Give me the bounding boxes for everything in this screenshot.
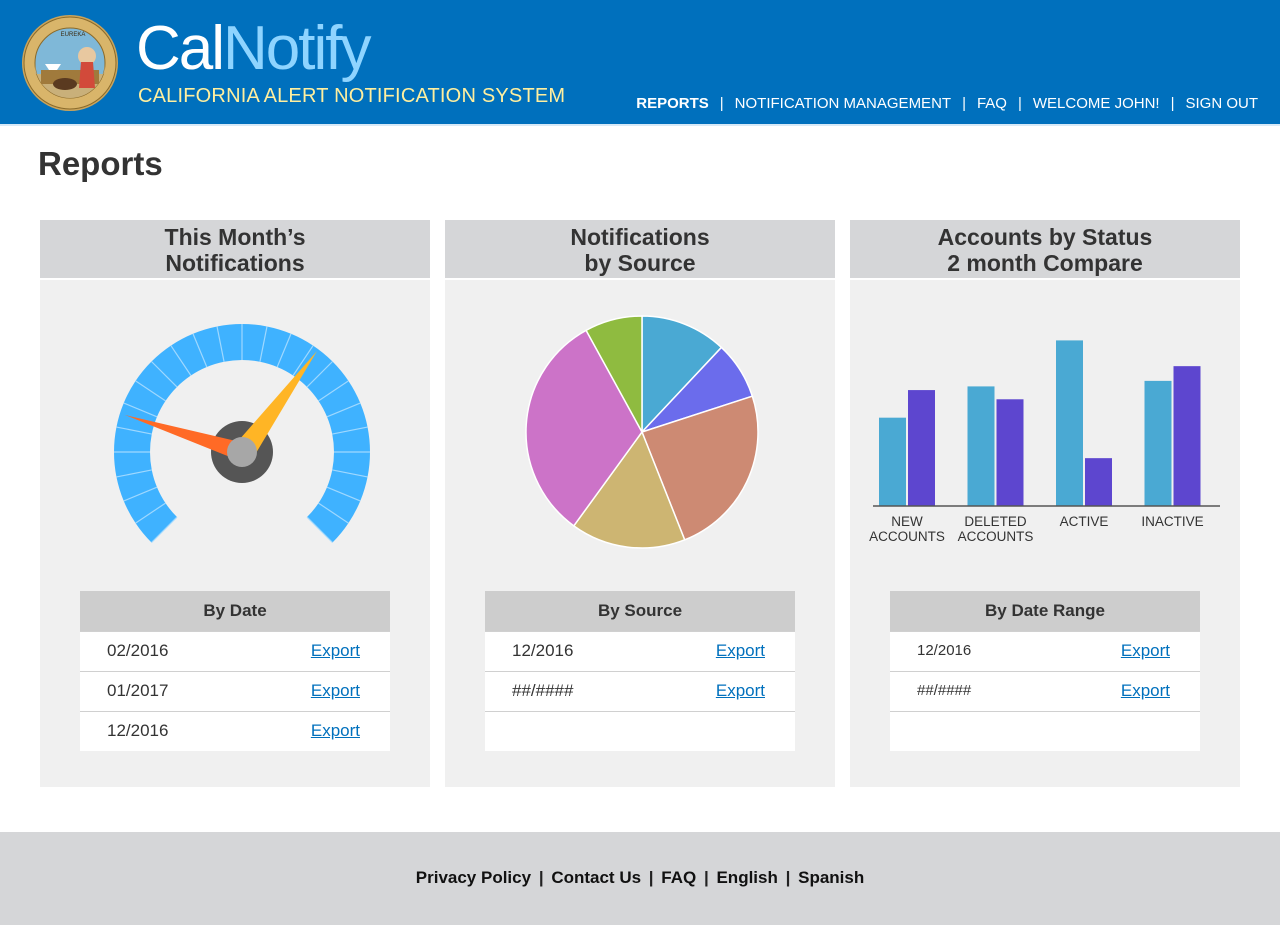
- brand-part2: Notify: [223, 14, 371, 83]
- table-header: By Date Range: [890, 591, 1200, 631]
- panel-accounts-by-status: Accounts by Status 2 month Compare NEW AC…: [850, 220, 1240, 787]
- bar: [1173, 366, 1201, 506]
- report-table-by-source: By Source 12/2016 Export ##/#### Export: [485, 591, 795, 751]
- report-table-by-date-range: By Date Range 12/2016 Export ##/#### Exp…: [890, 591, 1200, 751]
- table-row: 02/2016 Export: [80, 631, 390, 671]
- bar: [1144, 380, 1172, 506]
- nav-reports[interactable]: REPORTS: [636, 95, 709, 112]
- export-link[interactable]: Export: [311, 641, 360, 661]
- nav-faq[interactable]: FAQ: [977, 95, 1007, 112]
- bar-chart: NEW ACCOUNTS DELETED ACCOUNTS ACTIVE INACTIVE: [850, 282, 1240, 582]
- bar: [1085, 458, 1112, 506]
- nav-notification-management[interactable]: NOTIFICATION MANAGEMENT: [735, 95, 951, 112]
- panel-title: This Month’s Notifications: [40, 220, 430, 280]
- bar: [879, 417, 906, 506]
- pie-svg: [525, 315, 759, 549]
- pie-chart: [445, 282, 835, 582]
- gauge-svg: [114, 324, 370, 543]
- table-row: ##/#### Export: [485, 671, 795, 711]
- panel-title-line2: Notifications: [165, 250, 305, 276]
- table-row: 12/2016 Export: [80, 711, 390, 751]
- row-date: ##/####: [512, 681, 574, 700]
- nav-separator: |: [1170, 95, 1175, 112]
- panel-title-line1: Accounts by Status: [937, 224, 1153, 250]
- bar-category-label: DELETED: [964, 514, 1027, 529]
- nav-welcome-user[interactable]: WELCOME JOHN!: [1033, 95, 1160, 112]
- bar-category-label: ACCOUNTS: [958, 529, 1034, 544]
- main-nav: REPORTS | NOTIFICATION MANAGEMENT | FAQ …: [636, 95, 1258, 112]
- california-seal-logo[interactable]: EUREKA: [21, 14, 119, 112]
- export-link[interactable]: Export: [311, 681, 360, 701]
- panel-title-line2: by Source: [584, 250, 696, 276]
- site-footer: Privacy Policy | Contact Us | FAQ | Engl…: [0, 832, 1280, 925]
- site-header: EUREKA CalNotify CALIFORNIA ALERT NOTIFI…: [0, 0, 1280, 126]
- nav-sign-out[interactable]: SIGN OUT: [1185, 95, 1258, 112]
- footer-separator: |: [703, 868, 709, 887]
- footer-link-faq[interactable]: FAQ: [661, 868, 696, 887]
- export-link[interactable]: Export: [1121, 681, 1170, 701]
- bar-category-label: ACTIVE: [1060, 514, 1109, 529]
- bar-svg: NEWACCOUNTSDELETEDACCOUNTSACTIVE INACTIVE: [869, 340, 1220, 544]
- nav-separator: |: [1017, 95, 1022, 112]
- footer-separator: |: [785, 868, 791, 887]
- panel-title: Notifications by Source: [445, 220, 835, 280]
- panel-title: Accounts by Status 2 month Compare: [850, 220, 1240, 280]
- footer-link-privacy-policy[interactable]: Privacy Policy: [416, 868, 531, 887]
- bar-category-label: NEW: [891, 514, 923, 529]
- bar-category-label: ACCOUNTS: [869, 529, 945, 544]
- app-brand[interactable]: CalNotify: [136, 14, 372, 84]
- row-date: 12/2016: [512, 641, 574, 660]
- row-date: 12/2016: [107, 721, 169, 740]
- page-title: Reports: [38, 145, 163, 182]
- report-table-by-date: By Date 02/2016 Export 01/2017 Export 12…: [80, 591, 390, 751]
- gauge-chart: [40, 282, 430, 582]
- footer-separator: |: [538, 868, 544, 887]
- bar: [996, 399, 1024, 506]
- panel-title-line1: This Month’s: [164, 224, 306, 250]
- app-tagline: CALIFORNIA ALERT NOTIFICATION SYSTEM: [138, 85, 566, 107]
- nav-separator: |: [719, 95, 724, 112]
- bar: [1056, 340, 1083, 506]
- footer-links: Privacy Policy | Contact Us | FAQ | Engl…: [0, 868, 1280, 888]
- export-link[interactable]: Export: [716, 681, 765, 701]
- panel-notifications-by-source: Notifications by Source By Source 12/201…: [445, 220, 835, 787]
- row-date: 01/2017: [107, 681, 169, 700]
- table-header: By Date: [80, 591, 390, 631]
- bar: [967, 386, 995, 506]
- table-row-empty: [890, 711, 1200, 751]
- export-link[interactable]: Export: [1121, 641, 1170, 661]
- panel-title-line1: Notifications: [570, 224, 710, 250]
- export-link[interactable]: Export: [311, 721, 360, 741]
- footer-link-spanish[interactable]: Spanish: [798, 868, 864, 887]
- row-date: ##/####: [917, 682, 972, 699]
- table-row: 12/2016 Export: [890, 631, 1200, 671]
- panel-this-months-notifications: This Month’s Notifications By Date 02/20…: [40, 220, 430, 787]
- table-header: By Source: [485, 591, 795, 631]
- table-row-empty: [485, 711, 795, 751]
- table-row: 01/2017 Export: [80, 671, 390, 711]
- brand-part1: Cal: [136, 14, 225, 83]
- row-date: 12/2016: [917, 642, 972, 659]
- nav-separator: |: [962, 95, 966, 112]
- gauge-hub-cap: [227, 437, 257, 467]
- panel-title-line2: 2 month Compare: [947, 250, 1143, 276]
- footer-link-contact-us[interactable]: Contact Us: [551, 868, 641, 887]
- footer-separator: |: [648, 868, 654, 887]
- export-link[interactable]: Export: [716, 641, 765, 661]
- seal-motto: EUREKA: [61, 32, 86, 38]
- footer-link-english[interactable]: English: [716, 868, 777, 887]
- table-row: ##/#### Export: [890, 671, 1200, 711]
- table-row: 12/2016 Export: [485, 631, 795, 671]
- bar: [908, 390, 935, 506]
- bar-category-label: INACTIVE: [1141, 514, 1203, 529]
- row-date: 02/2016: [107, 641, 169, 660]
